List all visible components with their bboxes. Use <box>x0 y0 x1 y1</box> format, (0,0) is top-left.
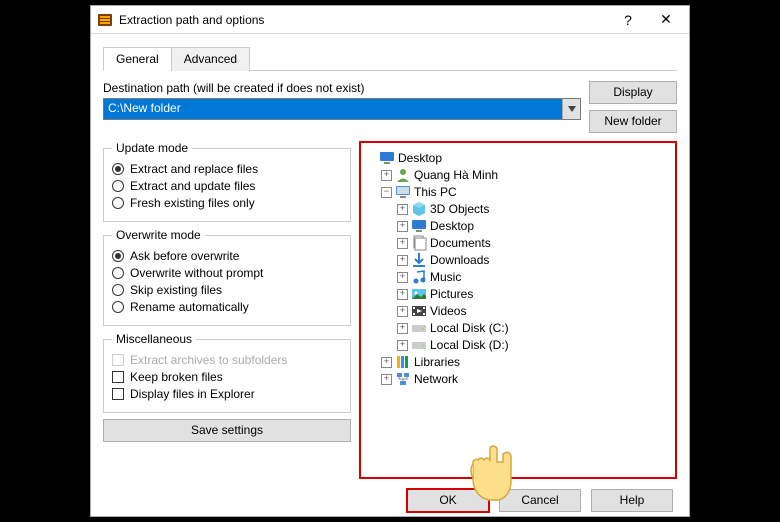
cube-icon <box>411 201 427 217</box>
radio-fresh[interactable]: Fresh existing files only <box>112 196 342 210</box>
check-subfolders: Extract archives to subfolders <box>112 353 342 367</box>
dialog-window: Extraction path and options ? ✕ General … <box>90 5 690 517</box>
help-button[interactable]: Help <box>591 489 673 512</box>
dialog-body: General Advanced Destination path (will … <box>91 34 689 522</box>
tree-node-libraries[interactable]: +Libraries <box>381 354 671 370</box>
tab-strip: General Advanced <box>103 46 677 71</box>
ok-button[interactable]: OK <box>407 489 489 512</box>
folder-tree[interactable]: Desktop + Quang Hà Minh − <box>359 141 677 479</box>
videos-icon <box>411 303 427 319</box>
misc-group: Miscellaneous Extract archives to subfol… <box>103 332 351 413</box>
radio-rename[interactable]: Rename automatically <box>112 300 342 314</box>
tree-node-desktop[interactable]: Desktop <box>365 150 671 166</box>
help-titlebar-button[interactable]: ? <box>609 8 647 32</box>
tree-node-music[interactable]: +Music <box>397 269 671 285</box>
radio-extract-update[interactable]: Extract and update files <box>112 179 342 193</box>
update-mode-group: Update mode Extract and replace files Ex… <box>103 141 351 222</box>
combo-dropdown-button[interactable] <box>562 99 580 119</box>
disk-icon <box>411 337 427 353</box>
libraries-icon <box>395 354 411 370</box>
pictures-icon <box>411 286 427 302</box>
radio-ask-overwrite[interactable]: Ask before overwrite <box>112 249 342 263</box>
new-folder-button[interactable]: New folder <box>589 110 677 133</box>
tree-node-desktop2[interactable]: +Desktop <box>397 218 671 234</box>
music-icon <box>411 269 427 285</box>
app-icon <box>97 12 113 28</box>
tab-advanced[interactable]: Advanced <box>171 47 250 71</box>
display-button[interactable]: Display <box>589 81 677 104</box>
cancel-button[interactable]: Cancel <box>499 489 581 512</box>
tree-node-documents[interactable]: +Documents <box>397 235 671 251</box>
misc-legend: Miscellaneous <box>112 332 196 346</box>
radio-without-prompt[interactable]: Overwrite without prompt <box>112 266 342 280</box>
computer-icon <box>395 184 411 200</box>
close-button[interactable]: ✕ <box>647 8 685 32</box>
overwrite-mode-group: Overwrite mode Ask before overwrite Over… <box>103 228 351 326</box>
window-title: Extraction path and options <box>119 13 609 27</box>
desktop-folder-icon <box>411 218 427 234</box>
save-settings-button[interactable]: Save settings <box>103 419 351 442</box>
downloads-icon <box>411 252 427 268</box>
radio-skip[interactable]: Skip existing files <box>112 283 342 297</box>
destination-label: Destination path (will be created if doe… <box>103 81 581 95</box>
tab-general[interactable]: General <box>103 47 172 71</box>
documents-icon <box>411 235 427 251</box>
dialog-footer: OK Cancel Help <box>103 489 677 512</box>
person-icon <box>395 167 411 183</box>
disk-icon <box>411 320 427 336</box>
tree-node-videos[interactable]: +Videos <box>397 303 671 319</box>
destination-combo[interactable]: C:\New folder <box>103 98 581 120</box>
titlebar: Extraction path and options ? ✕ <box>91 6 689 34</box>
check-keep-broken[interactable]: Keep broken files <box>112 370 342 384</box>
check-display-explorer[interactable]: Display files in Explorer <box>112 387 342 401</box>
tree-node-user[interactable]: + Quang Hà Minh <box>381 167 671 183</box>
chevron-down-icon <box>568 106 576 112</box>
tree-node-downloads[interactable]: +Downloads <box>397 252 671 268</box>
tree-node-thispc[interactable]: − This PC <box>381 184 671 200</box>
tree-node-pictures[interactable]: +Pictures <box>397 286 671 302</box>
tree-node-disk-d[interactable]: +Local Disk (D:) <box>397 337 671 353</box>
tree-node-3dobjects[interactable]: +3D Objects <box>397 201 671 217</box>
tree-node-network[interactable]: +Network <box>381 371 671 387</box>
tree-node-disk-c[interactable]: +Local Disk (C:) <box>397 320 671 336</box>
desktop-icon <box>379 150 395 166</box>
update-mode-legend: Update mode <box>112 141 192 155</box>
destination-input[interactable]: C:\New folder <box>104 99 562 119</box>
overwrite-mode-legend: Overwrite mode <box>112 228 205 242</box>
network-icon <box>395 371 411 387</box>
radio-extract-replace[interactable]: Extract and replace files <box>112 162 342 176</box>
